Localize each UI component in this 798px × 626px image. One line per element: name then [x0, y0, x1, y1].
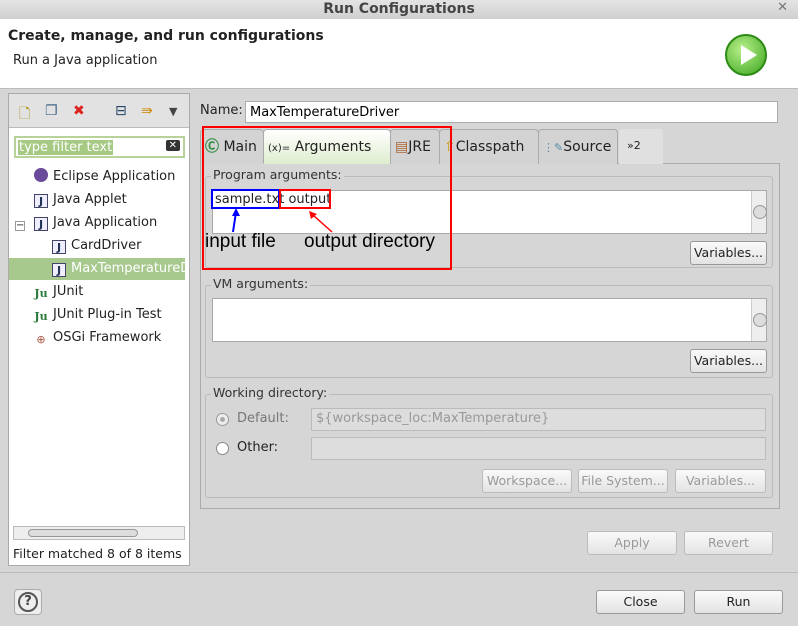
default-directory-field: ${workspace_loc:MaxTemperature}	[311, 408, 766, 431]
tree-item-label: MaxTemperatureDriver	[71, 261, 185, 276]
tree-item-label: CardDriver	[71, 238, 142, 253]
filter-placeholder: type filter text	[18, 140, 114, 155]
junit-plugin-icon: Ju	[34, 310, 48, 323]
other-directory-field	[311, 437, 766, 460]
working-variables-button[interactable]: Variables...	[675, 469, 766, 493]
run-button[interactable]: Run	[694, 590, 783, 614]
delete-icon[interactable]: ✖	[73, 103, 85, 119]
filter-icon[interactable]: ⇛	[141, 103, 153, 119]
filter-status: Filter matched 8 of 8 items	[13, 546, 182, 561]
revert-button[interactable]: Revert	[684, 531, 773, 555]
window-title: Run Configurations	[323, 1, 475, 17]
divider	[0, 572, 798, 573]
default-radio[interactable]	[216, 413, 229, 426]
tree-item-label: Java Applet	[53, 192, 127, 207]
name-label: Name:	[200, 103, 243, 118]
tree-item-junit-plugin-test[interactable]: Ju JUnit Plug-in Test	[9, 304, 185, 326]
dialog-title: Create, manage, and run configurations	[8, 28, 324, 44]
java-app-icon: J	[52, 240, 66, 254]
eclipse-icon	[34, 168, 48, 182]
workspace-button[interactable]: Workspace...	[482, 469, 572, 493]
filter-input[interactable]: type filter text ✕	[14, 136, 185, 158]
working-directory-label: Working directory:	[211, 385, 330, 400]
tree-item-maxtemperaturedriver[interactable]: J MaxTemperatureDriver	[9, 258, 185, 280]
clear-filter-icon[interactable]: ✕	[165, 140, 180, 151]
default-label: Default:	[237, 411, 289, 426]
tree-item-junit[interactable]: Ju JUnit	[9, 281, 185, 303]
close-button[interactable]: Close	[596, 590, 685, 614]
duplicate-icon[interactable]: ❐	[45, 103, 58, 119]
horizontal-scrollbar[interactable]	[13, 526, 185, 540]
annotation-output-directory: output directory	[304, 231, 435, 252]
tab-source[interactable]: ⋮✎Source	[538, 129, 618, 164]
new-config-icon[interactable]: 🗋	[19, 103, 30, 127]
collapse-toggle-icon[interactable]: −	[15, 221, 25, 231]
view-menu-icon[interactable]: ▼	[169, 105, 177, 118]
vm-arguments-group: VM arguments: Variables...	[205, 276, 773, 378]
annotation-input-file: input file	[205, 231, 276, 252]
close-window-icon[interactable]: ✕	[777, 0, 788, 15]
applet-icon: J	[34, 194, 48, 208]
tree-item-eclipse-application[interactable]: Eclipse Application	[9, 166, 185, 188]
title-bar: Run Configurations	[0, 0, 798, 19]
tab-label: Classpath	[455, 139, 525, 155]
tree-item-osgi-framework[interactable]: ⊕ OSGi Framework	[9, 327, 185, 349]
working-directory-group: Working directory: Default: ${workspace_…	[205, 385, 773, 498]
tree-item-label: JUnit	[53, 284, 84, 299]
tree-item-label: Eclipse Application	[53, 169, 176, 184]
vm-variables-button[interactable]: Variables...	[690, 349, 767, 373]
other-radio[interactable]	[216, 442, 229, 455]
tree-item-label: OSGi Framework	[53, 330, 162, 345]
osgi-icon: ⊕	[36, 333, 46, 346]
tree-item-carddriver[interactable]: J CardDriver	[9, 235, 185, 257]
tree-toolbar: 🗋 ❐ ✖ ⊟ ⇛ ▼	[9, 94, 189, 128]
tab-classpath[interactable]: ⇧Classpath	[439, 129, 539, 164]
java-app-icon: J	[52, 263, 66, 277]
file-system-button[interactable]: File System...	[578, 469, 668, 493]
junit-icon: Ju	[34, 287, 48, 300]
vertical-scrollbar[interactable]	[751, 191, 767, 233]
vm-arguments-label: VM arguments:	[211, 276, 311, 291]
name-input[interactable]	[245, 101, 778, 123]
other-label: Other:	[237, 440, 279, 455]
run-icon	[725, 34, 767, 76]
help-button[interactable]: ?	[14, 589, 42, 615]
vertical-scrollbar[interactable]	[751, 299, 767, 341]
tree-item-label: JUnit Plug-in Test	[53, 307, 162, 322]
configuration-tree-panel: 🗋 ❐ ✖ ⊟ ⇛ ▼ type filter text ✕ Eclipse Ap…	[8, 93, 190, 566]
help-icon: ?	[18, 592, 38, 612]
program-variables-button[interactable]: Variables...	[690, 241, 767, 265]
tree-item-java-applet[interactable]: J Java Applet	[9, 189, 185, 211]
java-app-icon: J	[34, 217, 48, 231]
source-icon: ⋮✎	[543, 141, 564, 154]
tree-item-label: Java Application	[53, 215, 158, 230]
vm-arguments-input[interactable]	[212, 298, 767, 342]
output-arrow	[312, 214, 333, 233]
dialog-subtitle: Run a Java application	[13, 53, 158, 68]
tab-label: Source	[563, 139, 612, 155]
collapse-all-icon[interactable]: ⊟	[115, 103, 127, 119]
apply-button[interactable]: Apply	[587, 531, 677, 555]
tree-item-java-application[interactable]: − J Java Application	[9, 212, 185, 234]
header: Create, manage, and run configurations R…	[0, 19, 798, 89]
more-tabs-button[interactable]: »2	[619, 129, 663, 164]
